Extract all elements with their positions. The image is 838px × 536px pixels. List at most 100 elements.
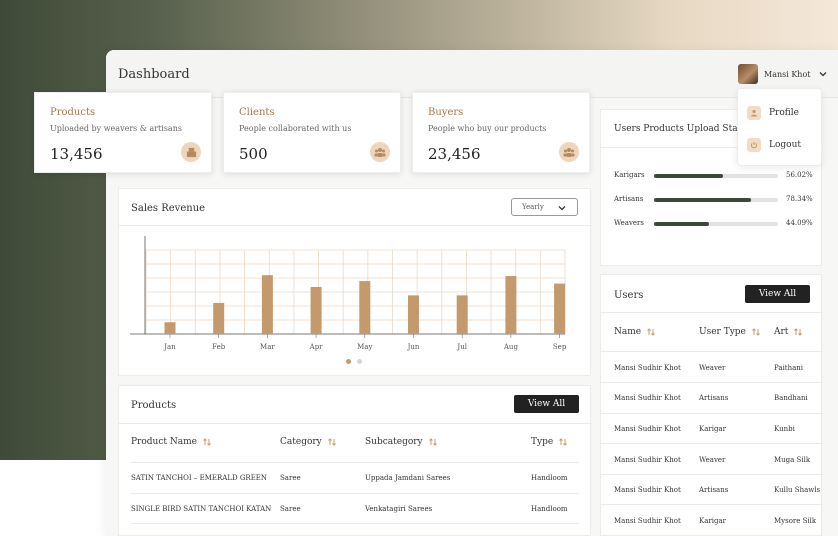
sort-icon (428, 438, 437, 446)
column-header-art[interactable]: Art (774, 327, 803, 337)
cell-category: Saree (280, 505, 301, 513)
cell-user-type: Artisans (699, 394, 729, 402)
stat-value: 13,456 (50, 145, 103, 163)
sort-icon (752, 328, 760, 336)
progress-fill (654, 198, 752, 202)
column-header-product-name[interactable]: Product Name (131, 437, 212, 447)
x-tick-label: Aug (503, 343, 519, 351)
chart-bar (554, 283, 566, 334)
divider (601, 443, 823, 444)
user-name: Mansi Khot (764, 69, 811, 79)
divider (601, 474, 823, 475)
progress-bar (654, 198, 778, 202)
cell-category: Saree (280, 474, 301, 482)
column-header-subcategory[interactable]: Subcategory (365, 437, 438, 447)
column-label: Art (774, 327, 789, 337)
panel-title: Sales Revenue (131, 203, 206, 214)
chevron-down-icon (820, 72, 827, 77)
progress-label: Artisans (614, 195, 644, 203)
stat-value: 23,456 (428, 145, 481, 163)
cell-name: Mansi Sudhir Khot (614, 517, 681, 525)
x-tick-label: Jan (163, 343, 176, 351)
cell-subcategory: Venkatagiri Sarees (365, 505, 433, 513)
column-label: Type (531, 437, 554, 447)
divider (601, 504, 823, 505)
sales-revenue-chart: Jan Feb Mar Apr May Jun Jul Aug Sep (130, 236, 567, 351)
chart-bar (408, 295, 419, 334)
panel-title: Users (614, 290, 644, 301)
x-tick-label: Feb (212, 343, 226, 351)
cell-art: Kullu Shawls (774, 486, 821, 494)
products-view-all-button[interactable]: View All (514, 395, 579, 413)
stat-card-clients[interactable]: Clients People collaborated with us 500 (223, 92, 401, 173)
cell-name: Mansi Sudhir Khot (614, 486, 681, 494)
progress-label: Karigars (614, 171, 645, 179)
chevron-down-icon (558, 206, 566, 211)
period-select[interactable]: Yearly (511, 198, 578, 216)
cell-type: Handloom (531, 474, 568, 482)
divider (601, 351, 823, 352)
column-label: Category (280, 437, 322, 447)
cell-name: Mansi Sudhir Khot (614, 456, 681, 464)
carousel-dot-active[interactable] (346, 359, 351, 364)
column-header-user-type[interactable]: User Type (699, 327, 761, 337)
x-tick-label: May (357, 343, 372, 351)
cell-user-type: Karigar (699, 517, 726, 525)
menu-item-label: Logout (769, 140, 801, 150)
carousel-dot[interactable] (357, 359, 362, 364)
people-icon (559, 142, 579, 162)
cell-product-name: SINGLE BIRD SATIN TANCHOI KATAN (131, 505, 272, 513)
cell-name: Mansi Sudhir Khot (614, 425, 681, 433)
user-dropdown-menu: Profile Logout (737, 88, 822, 166)
users-view-all-button[interactable]: View All (745, 285, 810, 303)
menu-item-logout[interactable]: Logout (747, 137, 801, 153)
cell-user-type: Weaver (699, 456, 726, 464)
cell-subcategory: Uppada Jamdani Sarees (365, 474, 451, 482)
stat-card-products[interactable]: Products Uploaded by weavers & artisans … (34, 92, 212, 173)
cell-art: Mysore Silk (774, 517, 817, 525)
x-tick-label: Mar (260, 343, 275, 351)
column-label: Subcategory (365, 437, 423, 447)
stat-title: Buyers (428, 107, 464, 118)
products-panel: Products View All Product Name Category … (118, 385, 592, 536)
cell-name: Mansi Sudhir Khot (614, 364, 681, 372)
divider (119, 423, 592, 424)
sort-icon (559, 438, 568, 446)
progress-fill (654, 174, 724, 178)
sort-icon (327, 438, 336, 446)
progress-bar (654, 222, 778, 226)
column-label: User Type (699, 327, 746, 337)
user-menu-toggle[interactable]: Mansi Khot (738, 64, 828, 84)
menu-item-label: Profile (769, 108, 799, 118)
progress-fill (654, 222, 709, 226)
page-title: Dashboard (118, 67, 190, 82)
stat-card-buyers[interactable]: Buyers People who buy our products 23,45… (412, 92, 590, 173)
cell-product-name: SATIN TANCHOI – EMERALD GREEN (131, 474, 268, 482)
cell-art: Bandhani (774, 394, 808, 402)
divider (601, 312, 823, 313)
people-icon (370, 142, 390, 162)
column-header-category[interactable]: Category (280, 437, 337, 447)
divider (601, 413, 823, 414)
user-icon (747, 106, 761, 120)
menu-item-profile[interactable]: Profile (747, 105, 799, 121)
cell-user-type: Artisans (699, 486, 729, 494)
cell-art: Kunbi (774, 425, 795, 433)
column-header-type[interactable]: Type (531, 437, 568, 447)
panel-title: Users Products Upload Status (614, 124, 752, 134)
column-header-name[interactable]: Name (614, 327, 656, 337)
cell-user-type: Karigar (699, 425, 726, 433)
x-tick-label: Sep (553, 343, 567, 351)
sort-icon (794, 328, 803, 336)
column-label: Product Name (131, 437, 197, 447)
stat-subtitle: People collaborated with us (239, 124, 352, 133)
stat-subtitle: Uploaded by weavers & artisans (50, 124, 182, 133)
stat-title: Clients (239, 107, 275, 118)
chart-bar (261, 275, 273, 334)
top-bar: Dashboard Mansi Khot (106, 50, 838, 98)
stat-value: 500 (239, 145, 268, 163)
progress-percent: 44.09% (786, 219, 813, 227)
divider (601, 382, 823, 383)
column-label: Name (614, 327, 642, 337)
chart-bar (164, 322, 176, 334)
